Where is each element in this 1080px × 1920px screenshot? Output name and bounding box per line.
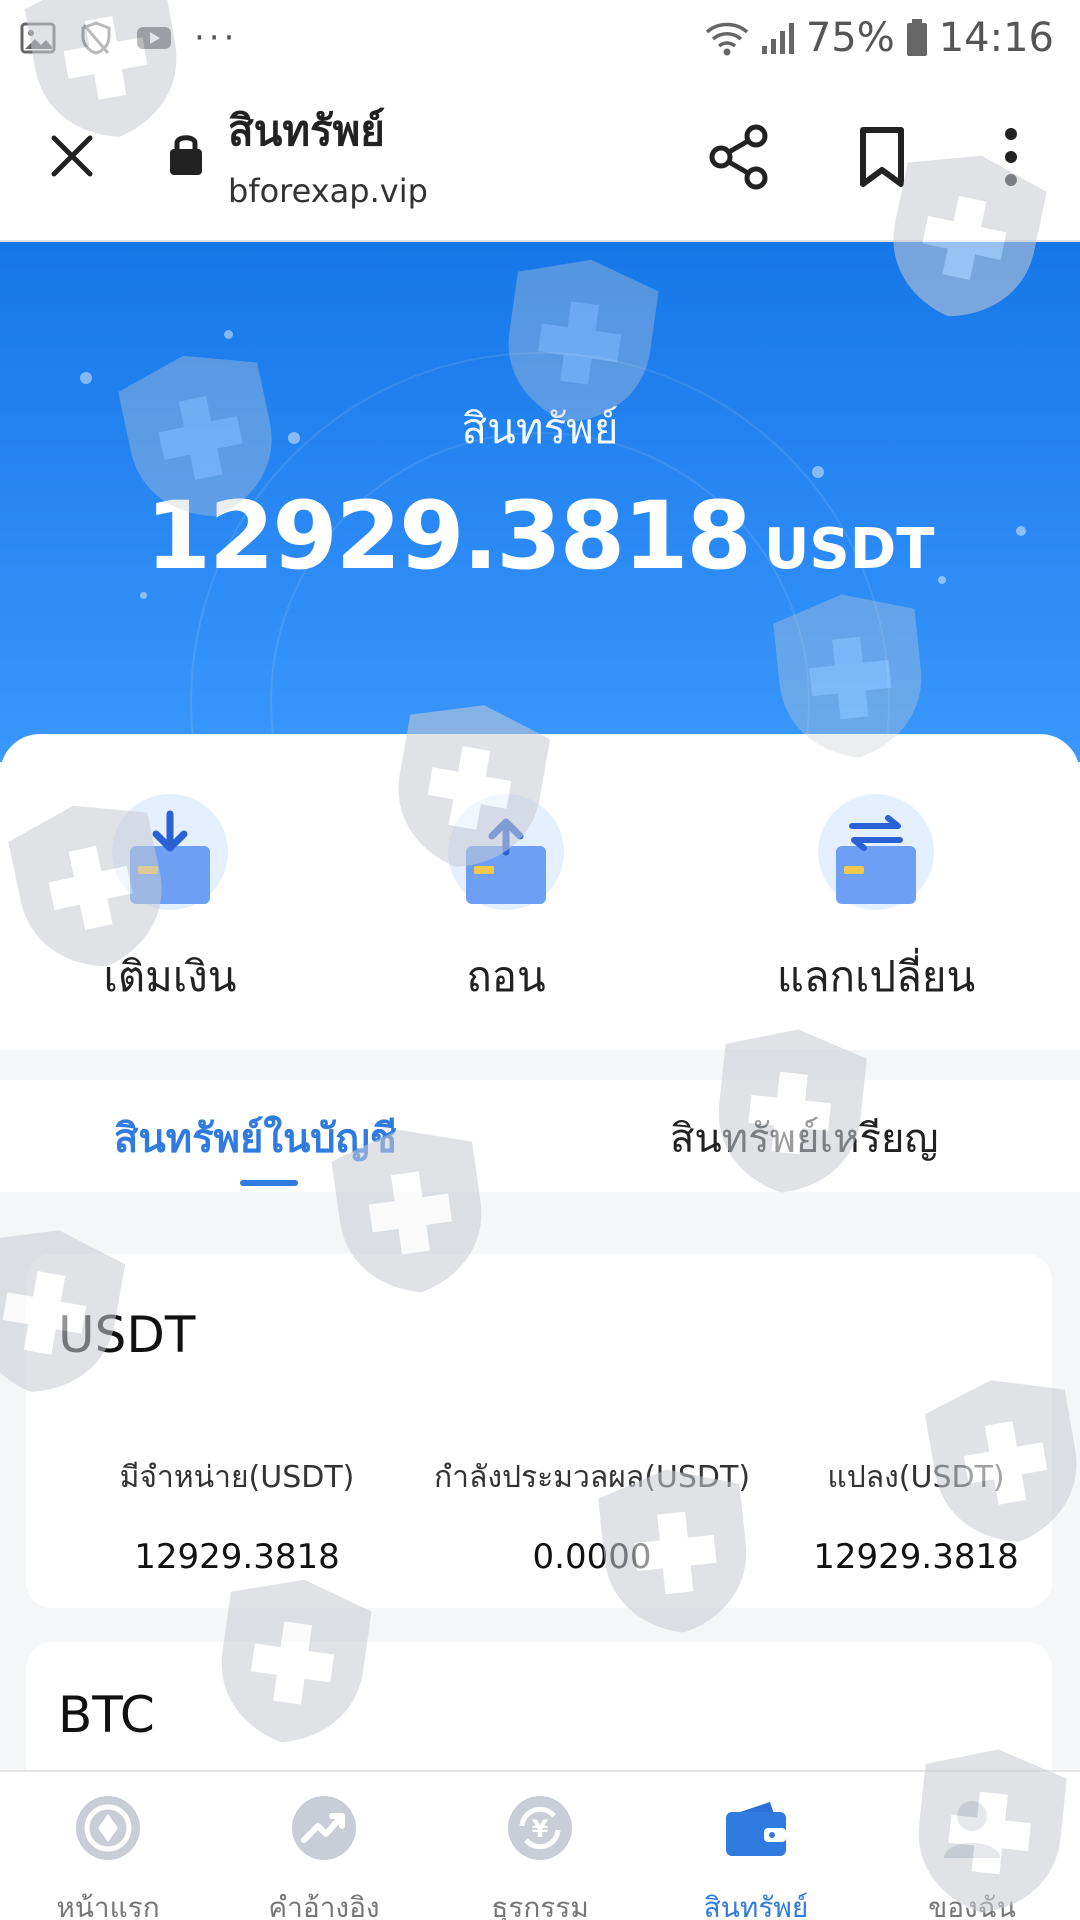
nav-assets[interactable]: สินทรัพย์ bbox=[648, 1792, 864, 1920]
lock-icon bbox=[170, 135, 202, 175]
total-assets-value: 12929.3818 USDT bbox=[0, 482, 1080, 591]
withdraw-button[interactable]: ถอน bbox=[356, 794, 656, 1010]
svg-text:¥: ¥ bbox=[532, 1815, 549, 1843]
total-assets-unit: USDT bbox=[763, 517, 935, 582]
shield-off-notification-icon bbox=[81, 21, 111, 55]
asset-card-usdt[interactable]: USDT มีจำหน่าย(USDT) 12929.3818 กำลังประ… bbox=[26, 1254, 1052, 1608]
profile-icon bbox=[944, 1801, 1000, 1858]
available-value: 12929.3818 bbox=[134, 1537, 340, 1577]
quick-actions: เติมเงิน ถอน แลกเปลี่ยน bbox=[0, 734, 1080, 1050]
exchange-button[interactable]: แลกเปลี่ยน bbox=[726, 794, 1026, 1010]
nav-profile[interactable]: ของฉัน bbox=[864, 1792, 1080, 1920]
withdraw-label: ถอน bbox=[466, 952, 546, 1001]
browser-toolbar: สินทรัพย์ bforexap.vip bbox=[0, 76, 1080, 242]
active-tab-indicator bbox=[240, 1180, 298, 1186]
converted-column: แปลง(USDT) 12929.3818 bbox=[786, 1454, 1046, 1577]
nav-transactions-label: ธุรกรรม bbox=[491, 1891, 589, 1920]
transaction-icon: ¥ bbox=[508, 1796, 572, 1860]
signal-icon bbox=[761, 23, 794, 54]
asset-name: BTC bbox=[58, 1686, 155, 1744]
converted-header: แปลง(USDT) bbox=[827, 1460, 1005, 1495]
available-header: มีจำหน่าย(USDT) bbox=[119, 1460, 355, 1495]
exchange-icon bbox=[814, 794, 938, 918]
nav-transactions[interactable]: ¥ ธุรกรรม bbox=[432, 1792, 648, 1920]
status-bar-system: 75% 14:16 bbox=[704, 15, 1054, 61]
total-assets-banner: สินทรัพย์ 12929.3818 USDT bbox=[0, 242, 1080, 762]
close-icon[interactable] bbox=[44, 128, 100, 184]
gallery-notification-icon bbox=[20, 22, 56, 54]
total-assets-amount: 12929.3818 bbox=[145, 482, 752, 591]
withdraw-icon bbox=[444, 794, 568, 918]
battery-icon bbox=[906, 19, 927, 56]
page-url[interactable]: bforexap.vip bbox=[228, 172, 428, 210]
deposit-label: เติมเงิน bbox=[103, 952, 237, 1001]
more-menu-icon[interactable] bbox=[998, 126, 1024, 188]
clock: 14:16 bbox=[938, 15, 1054, 61]
nav-assets-label: สินทรัพย์ bbox=[703, 1891, 809, 1920]
asset-name: USDT bbox=[58, 1306, 196, 1364]
exchange-label: แลกเปลี่ยน bbox=[776, 952, 976, 1001]
nav-home-label: หน้าแรก bbox=[56, 1891, 160, 1920]
home-icon bbox=[76, 1796, 140, 1860]
share-icon[interactable] bbox=[708, 124, 770, 190]
nav-home[interactable]: หน้าแรก bbox=[0, 1792, 216, 1920]
processing-column: กำลังประมวลผล(USDT) 0.0000 bbox=[402, 1454, 782, 1577]
bottom-navigation: หน้าแรก คำอ้างอิง ¥ ธุรกรรม สินทรัพย์ ขอ… bbox=[0, 1770, 1080, 1920]
battery-percent: 75% bbox=[805, 15, 895, 61]
deposit-button[interactable]: เติมเงิน bbox=[20, 794, 320, 1010]
quotes-trend-icon bbox=[292, 1796, 356, 1860]
decor-dot bbox=[80, 372, 92, 384]
nav-quotes[interactable]: คำอ้างอิง bbox=[216, 1792, 432, 1920]
decor-dot bbox=[224, 330, 233, 339]
decor-dot bbox=[812, 466, 824, 478]
available-column: มีจำหน่าย(USDT) 12929.3818 bbox=[72, 1454, 402, 1577]
converted-value: 12929.3818 bbox=[813, 1537, 1019, 1577]
tab-account-assets[interactable]: สินทรัพย์ในบัญชี bbox=[114, 1106, 397, 1170]
wallet-icon bbox=[726, 1802, 786, 1856]
nav-profile-label: ของฉัน bbox=[928, 1891, 1016, 1920]
status-bar-notifications: ··· bbox=[20, 21, 238, 55]
more-notifications: ··· bbox=[194, 18, 239, 58]
processing-header: กำลังประมวลผล(USDT) bbox=[433, 1460, 751, 1495]
deposit-icon bbox=[108, 794, 232, 918]
nav-quotes-label: คำอ้างอิง bbox=[268, 1891, 380, 1920]
total-assets-label: สินทรัพย์ bbox=[461, 404, 619, 453]
wifi-icon bbox=[705, 22, 748, 56]
asset-tabs: สินทรัพย์ในบัญชี สินทรัพย์เหรียญ bbox=[0, 1080, 1080, 1192]
youtube-notification-icon bbox=[137, 27, 171, 49]
status-bar: ··· 75% 14:16 bbox=[0, 0, 1080, 76]
processing-value: 0.0000 bbox=[532, 1537, 652, 1577]
bookmark-icon[interactable] bbox=[858, 126, 906, 188]
tab-coin-assets[interactable]: สินทรัพย์เหรียญ bbox=[670, 1106, 938, 1170]
decor-dot bbox=[140, 592, 147, 599]
page-title: สินทรัพย์ bbox=[228, 106, 385, 155]
